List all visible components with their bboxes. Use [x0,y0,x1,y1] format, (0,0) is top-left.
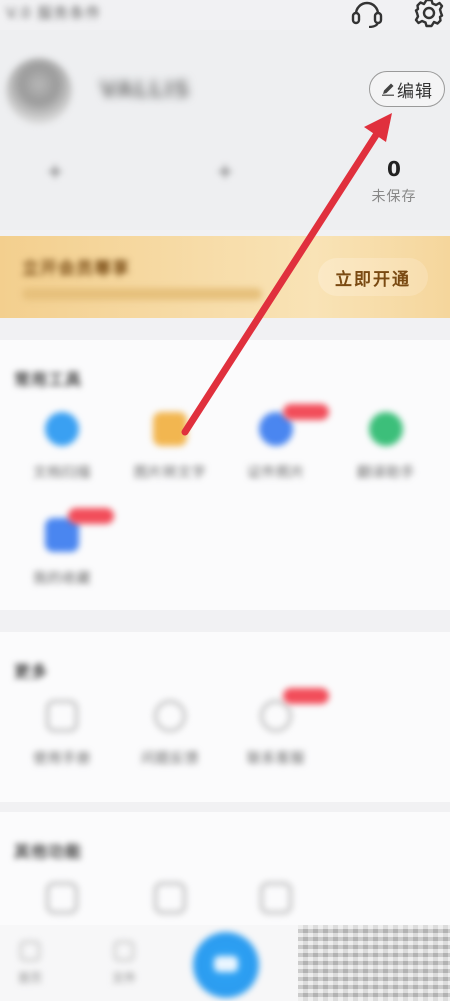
pencil-icon [382,83,394,96]
support-icon [260,700,292,732]
camera-button[interactable] [193,932,259,998]
more-tile-feedback[interactable]: 问题反馈 [120,700,220,768]
more-card: 更多 使用手册 问题反馈 联系客服 [0,632,450,802]
share-icon [46,882,78,914]
other-tile-3[interactable] [226,882,326,914]
new-badge [68,508,114,524]
edit-profile-button[interactable]: 编辑 [369,71,445,107]
open-vip-button[interactable]: 立即开通 [318,258,428,296]
other-card-title: 其他功能 [14,842,83,861]
tool-tile-scan[interactable]: 文档扫描 [12,412,112,482]
translate-icon [369,412,403,446]
other-card: 其他功能 [0,812,450,925]
vip-title: 立开会员尊享 [22,259,130,279]
stat-unsaved-value: 0 [387,157,401,181]
profile-header: VALLIS 编辑 + ​ + ​ 0 未保存 [0,30,450,230]
files-icon [114,941,134,961]
camera-icon [214,956,238,972]
new-badge [283,688,329,704]
top-bar-title: V.0 服务条件 [6,4,102,22]
more-tile-support[interactable]: 联系客服 [226,700,326,768]
tools-card-title: 常用工具 [14,370,83,389]
more-card-title: 更多 [14,662,49,681]
vip-banner[interactable]: 立开会员尊享 立即开通 [0,236,450,318]
headset-icon[interactable] [350,0,384,28]
open-vip-label: 立即开通 [335,269,411,290]
edit-label: 编辑 [397,81,433,102]
tools-card: 常用工具 文档扫描 图片转文字 证件照片 翻译助手 我的收藏 [0,340,450,610]
folder-icon [260,882,292,914]
nav-home[interactable]: 首页 [0,941,60,986]
tool-tile-id-photo[interactable]: 证件照片 [226,412,326,482]
tool-tile-translate[interactable]: 翻译助手 [336,412,436,482]
other-tile-2[interactable] [120,882,220,914]
manual-icon [46,700,78,732]
other-tile-1[interactable] [12,882,112,914]
stat-unsaved-label: 未保存 [371,189,417,205]
tool-tile-ocr[interactable]: 图片转文字 [120,412,220,482]
stat-item-1[interactable]: + ​ [10,158,100,210]
home-icon [20,941,40,961]
top-bar: V.0 服务条件 [0,0,450,30]
grid-icon [154,882,186,914]
scan-icon [45,412,79,446]
vip-subtitle-placeholder [22,288,262,300]
nav-files[interactable]: 文件 [94,941,154,986]
more-tile-manual[interactable]: 使用手册 [12,700,112,768]
feedback-icon [154,700,186,732]
pixelated-area [298,925,450,1001]
avatar[interactable] [6,58,72,124]
gear-icon[interactable] [410,0,448,32]
stat-unsaved[interactable]: 0 未保存 [349,156,439,206]
ocr-icon [153,412,187,446]
stat-item-2[interactable]: + ​ [180,158,270,210]
tool-tile-favorites[interactable]: 我的收藏 [12,518,112,588]
username: VALLIS [100,78,191,103]
new-badge [283,404,329,420]
